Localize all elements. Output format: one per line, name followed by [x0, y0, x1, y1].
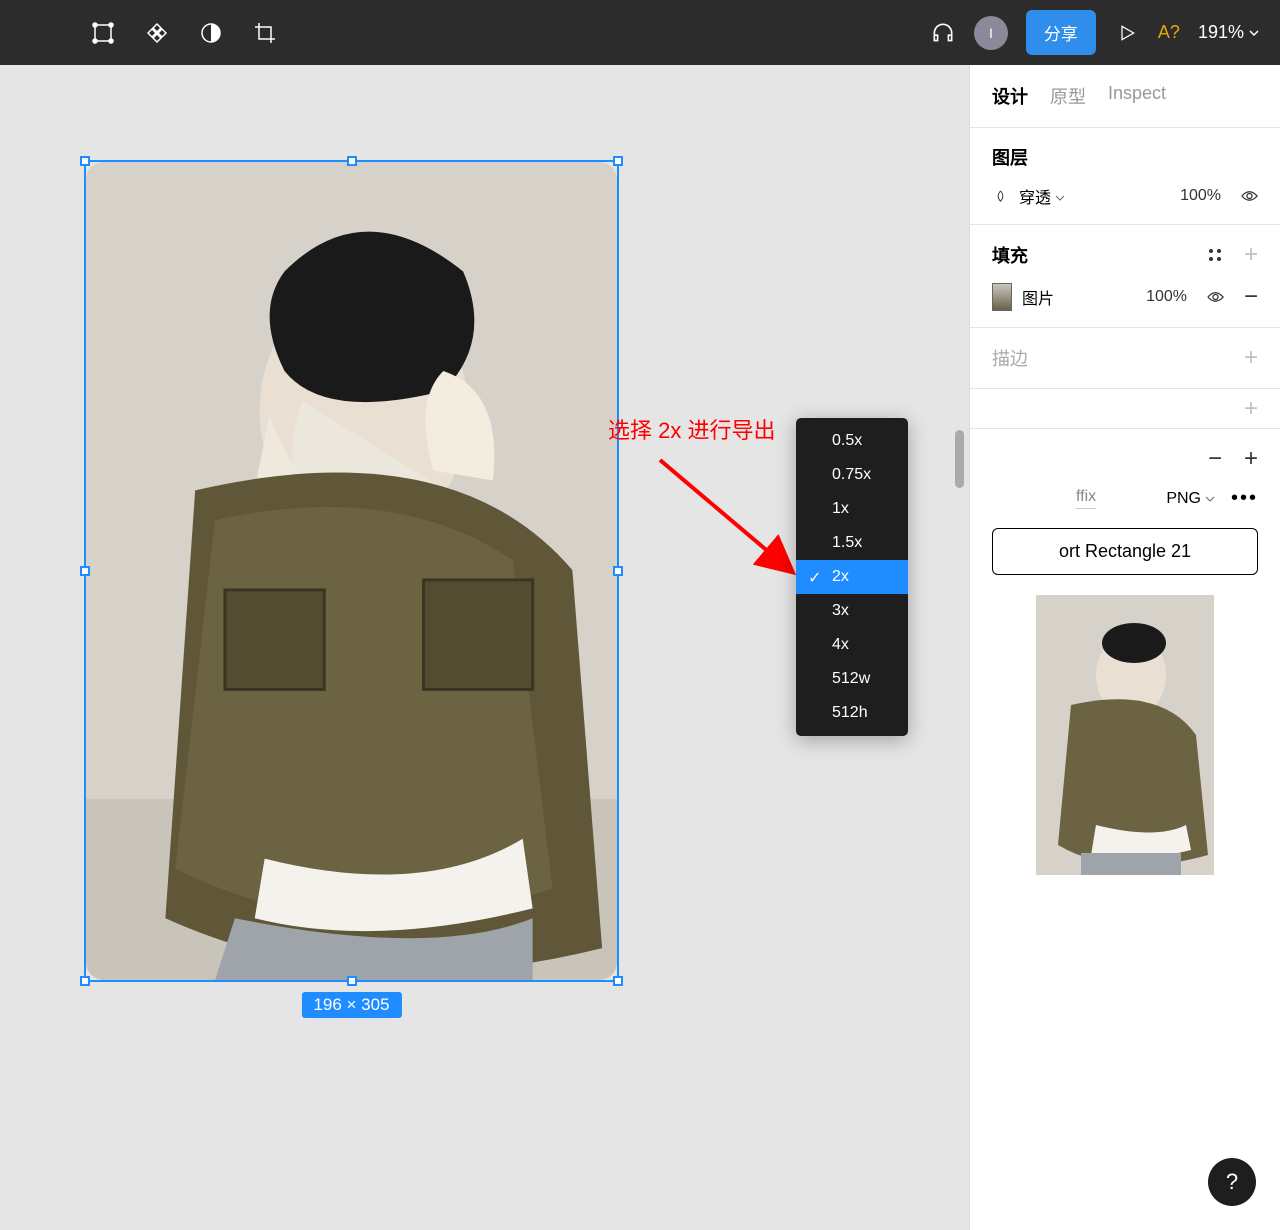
- image-content: [86, 162, 617, 980]
- eye-icon[interactable]: [1241, 188, 1258, 205]
- scale-dropdown: 0.5x 0.75x 1x 1.5x 2x 3x 4x 512w 512h: [796, 418, 908, 736]
- resize-handle[interactable]: [80, 156, 90, 166]
- add-effect-button[interactable]: +: [1244, 395, 1258, 423]
- fill-section: 填充 + 图片 100% −: [970, 224, 1280, 327]
- chevron-down-icon: [1248, 27, 1260, 39]
- resize-handle[interactable]: [613, 566, 623, 576]
- annotation-arrow-icon: [640, 450, 810, 590]
- chevron-down-icon: [1055, 193, 1065, 203]
- effects-section: +: [970, 388, 1280, 428]
- zoom-control[interactable]: 191%: [1198, 22, 1260, 43]
- scale-option-512h[interactable]: 512h: [796, 696, 908, 730]
- help-button[interactable]: ?: [1208, 1158, 1256, 1206]
- add-stroke-button[interactable]: +: [1244, 344, 1258, 372]
- sidebar-tabs: 设计 原型 Inspect: [970, 65, 1280, 127]
- avatar[interactable]: I: [974, 16, 1008, 50]
- tab-prototype[interactable]: 原型: [1050, 83, 1086, 109]
- frame-tool-icon[interactable]: [90, 20, 116, 46]
- remove-fill-button[interactable]: −: [1244, 283, 1258, 311]
- format-select[interactable]: PNG: [1166, 490, 1215, 508]
- annotation-text: 选择 2x 进行导出: [608, 413, 775, 445]
- chevron-down-icon: [1205, 494, 1215, 504]
- scale-option-0-75x[interactable]: 0.75x: [796, 458, 908, 492]
- share-button[interactable]: 分享: [1026, 10, 1096, 55]
- export-preview: [1036, 595, 1214, 875]
- scale-option-2x[interactable]: 2x: [796, 560, 908, 594]
- scale-option-4x[interactable]: 4x: [796, 628, 908, 662]
- resize-handle[interactable]: [613, 976, 623, 986]
- eye-icon[interactable]: [1207, 289, 1224, 306]
- selected-layer[interactable]: 196 × 305: [84, 160, 619, 982]
- suffix-input[interactable]: ffix: [1076, 488, 1096, 509]
- toolbar-left-group: [20, 20, 278, 46]
- tab-inspect[interactable]: Inspect: [1108, 83, 1166, 109]
- export-button[interactable]: ort Rectangle 21: [992, 528, 1258, 575]
- tab-design[interactable]: 设计: [992, 83, 1028, 109]
- layer-section: 图层 穿透 100%: [970, 127, 1280, 224]
- fill-thumbnail[interactable]: [992, 283, 1012, 311]
- scale-option-1-5x[interactable]: 1.5x: [796, 526, 908, 560]
- resize-handle[interactable]: [347, 156, 357, 166]
- layer-title: 图层: [992, 144, 1028, 170]
- blend-mode-select[interactable]: 穿透: [1019, 184, 1065, 208]
- resize-handle[interactable]: [80, 976, 90, 986]
- add-export-button[interactable]: +: [1244, 445, 1258, 473]
- blend-icon: [992, 188, 1009, 205]
- add-fill-button[interactable]: +: [1244, 241, 1258, 269]
- scale-option-0-5x[interactable]: 0.5x: [796, 424, 908, 458]
- main-area: 196 × 305 设计 原型 Inspect 图层 穿透 100%: [0, 65, 1280, 1230]
- export-more-icon[interactable]: •••: [1231, 487, 1258, 510]
- stroke-title: 描边: [992, 345, 1028, 371]
- layer-opacity[interactable]: 100%: [1180, 187, 1221, 205]
- missing-font-badge[interactable]: A?: [1158, 22, 1180, 43]
- crop-icon[interactable]: [252, 20, 278, 46]
- dimensions-badge: 196 × 305: [301, 992, 401, 1018]
- resize-handle[interactable]: [613, 156, 623, 166]
- remove-export-button[interactable]: −: [1208, 445, 1222, 473]
- mask-icon[interactable]: [198, 20, 224, 46]
- fill-title: 填充: [992, 242, 1028, 268]
- top-toolbar: I 分享 A? 191%: [0, 0, 1280, 65]
- scrollbar-thumb[interactable]: [955, 430, 964, 488]
- scale-option-3x[interactable]: 3x: [796, 594, 908, 628]
- scale-option-512w[interactable]: 512w: [796, 662, 908, 696]
- style-icon[interactable]: [1207, 247, 1224, 264]
- fill-opacity[interactable]: 100%: [1146, 288, 1187, 306]
- headphones-icon[interactable]: [930, 20, 956, 46]
- play-icon[interactable]: [1114, 20, 1140, 46]
- export-section: − + ffix PNG ••• ort Rectangle 21: [970, 428, 1280, 891]
- toolbar-right-group: I 分享 A? 191%: [930, 10, 1260, 55]
- right-sidebar: 设计 原型 Inspect 图层 穿透 100% 填充: [969, 65, 1280, 1230]
- components-icon[interactable]: [144, 20, 170, 46]
- fill-type[interactable]: 图片: [1022, 285, 1054, 309]
- resize-handle[interactable]: [347, 976, 357, 986]
- stroke-section: 描边 +: [970, 327, 1280, 388]
- scale-option-1x[interactable]: 1x: [796, 492, 908, 526]
- resize-handle[interactable]: [80, 566, 90, 576]
